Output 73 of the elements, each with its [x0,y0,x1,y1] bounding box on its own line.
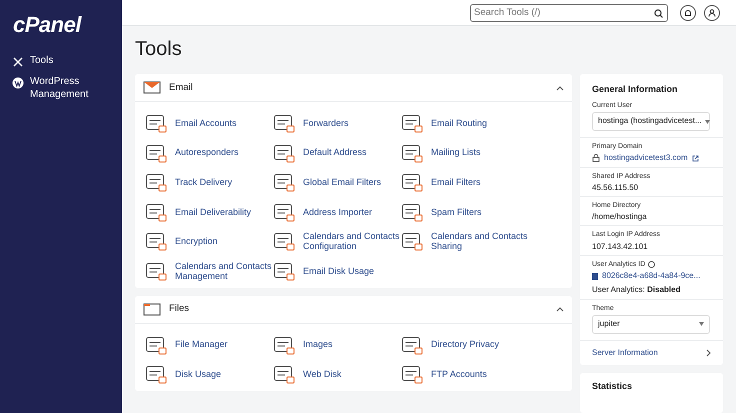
search-icon [654,8,663,18]
tool-icon [145,171,167,194]
domain-link[interactable]: hostingadvicetest3.com [604,153,688,164]
tool-link[interactable]: Mailing Lists [401,138,529,168]
tool-icon [145,112,167,134]
collapse-chevron-icon[interactable] [556,306,564,312]
tool-link[interactable]: Track Delivery [145,167,273,198]
lock-icon [592,154,600,162]
logo[interactable]: cPanel [0,0,122,51]
external-link-icon [692,154,699,162]
server-information-link[interactable]: Server Information [580,340,723,366]
analytics-status: User Analytics: Disabled [592,285,682,296]
tool-link[interactable]: FTP Accounts [401,359,529,389]
collapse-chevron-icon[interactable] [556,84,564,91]
field-value: 45.56.115.50 [592,182,640,193]
envelope-icon [143,80,161,96]
tool-link[interactable]: Email Deliverability [145,197,273,227]
tools-icon [12,56,24,68]
tool-link[interactable]: Autoresponders [145,138,273,168]
panel-title: Statistics [592,381,634,393]
tool-link[interactable]: Images [273,330,401,360]
tool-icon [273,112,295,134]
tool-link[interactable]: Spam Filters [401,197,529,227]
tool-link[interactable]: Encryption [145,226,273,256]
tool-icon [401,230,423,252]
panel-title: General Information [592,84,679,96]
help-icon [648,260,656,268]
tool-icon [273,171,295,194]
section-title: Files [169,302,190,316]
tool-link[interactable]: Email Accounts [145,108,273,138]
tool-link[interactable]: Directory Privacy [401,330,529,360]
tool-icon [401,171,423,194]
caret-icon [699,322,704,326]
tool-icon [273,260,295,282]
folder-icon [143,302,161,317]
tool-link[interactable]: File Manager [145,330,273,360]
caret-icon [704,120,710,124]
tool-icon [401,363,423,386]
tool-link[interactable]: Calendars and Contacts Management [145,256,273,286]
section-title: Email [169,80,194,95]
tool-link[interactable]: Email Routing [401,108,529,138]
tool-icon [273,230,295,252]
select-field[interactable]: hostinga (hostingadvicetest... [592,112,710,132]
tool-icon [145,260,167,282]
sidebar-item[interactable]: WordPress Management [0,72,122,105]
tool-icon [145,363,167,386]
tool-link[interactable]: Email Disk Usage [273,256,401,286]
tool-link[interactable]: Forwarders [273,108,401,138]
chevron-right-icon [706,349,711,358]
copy-icon [592,272,598,280]
tool-icon [401,112,423,134]
search-field[interactable]: Search Tools (/) [470,4,668,22]
field-value: 107.143.42.101 [592,242,649,252]
field-value: /home/hostinga [592,212,648,222]
page-title: Tools [135,37,183,62]
tool-link[interactable]: Disk Usage [145,359,273,389]
tool-link[interactable]: Calendars and Contacts Sharing [401,226,529,256]
sidebar-item[interactable]: Tools [0,51,122,72]
notifications-button[interactable] [680,4,696,21]
tool-link[interactable]: Address Importer [273,197,401,227]
tool-link[interactable]: Default Address [273,138,401,168]
select-field[interactable]: jupiter [592,314,710,334]
tool-link[interactable]: Email Filters [401,167,529,198]
tool-link[interactable]: Global Email Filters [273,167,401,198]
tool-icon [273,363,295,386]
wordpress-icon [12,77,24,89]
tool-link[interactable]: Web Disk [273,359,401,389]
user-icon [708,8,716,17]
bell-icon [684,8,692,17]
analytics-id-link[interactable]: 8026c8e4-a68d-4a84-9ce... [602,271,700,282]
tool-link[interactable]: Calendars and Contacts Configuration [273,226,401,256]
tool-icon [145,230,167,252]
user-button[interactable] [704,4,720,21]
